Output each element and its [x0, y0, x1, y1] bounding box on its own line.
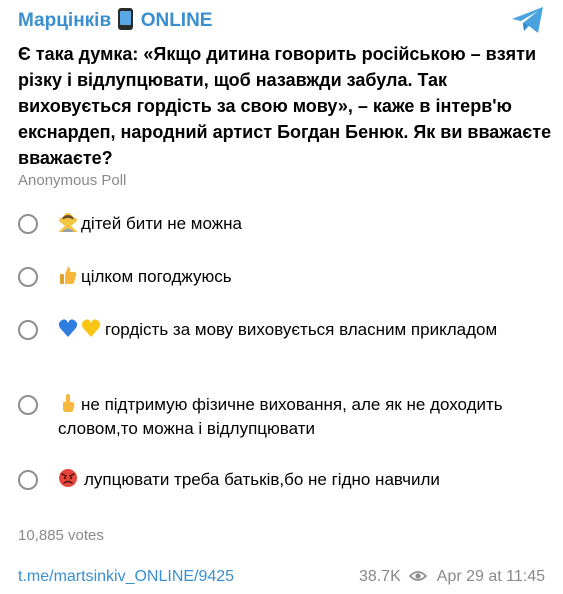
telegram-icon[interactable]	[511, 6, 545, 34]
blue-yellow-hearts-icon	[58, 319, 101, 337]
poll-option-label: не підтримую фізичне виховання, але як н…	[58, 394, 503, 438]
channel-name: Марцінків	[18, 10, 112, 31]
poll-option-1[interactable]: дітей бити не можна	[18, 212, 548, 236]
channel-suffix: ONLINE	[140, 10, 213, 31]
poll-option-3[interactable]: гордість за мову виховується власним при…	[18, 318, 548, 366]
poll-option-2[interactable]: цілком погоджуюсь	[18, 265, 548, 289]
poll-question: Є така думка: «Якщо дитина говорить росі…	[18, 44, 552, 168]
index-pointing-up-icon	[63, 394, 75, 412]
post-meta: 38.7K Apr 29 at 11:45	[359, 568, 545, 586]
view-count: 38.7K	[358, 568, 401, 585]
poll-option-label: гордість за мову виховується власним при…	[58, 318, 548, 342]
person-gesturing-no-icon	[59, 213, 77, 232]
post-card: Марцінків ONLINE Є така думка: «Якщо дит…	[0, 0, 563, 594]
thumbs-up-icon	[60, 267, 77, 284]
angry-face-icon	[59, 469, 77, 487]
poll-option-4[interactable]: не підтримую фізичне виховання, але як н…	[18, 393, 548, 441]
poll-option-label: дітей бити не можна	[58, 212, 548, 236]
poll-option-5[interactable]: лупцювати треба батьків,бо не гідно навч…	[18, 468, 548, 492]
channel-title[interactable]: Марцінків ONLINE	[18, 8, 212, 32]
poll-option-label: лупцювати треба батьків,бо не гідно навч…	[58, 468, 548, 492]
vote-count: 10,885 votes	[18, 527, 104, 544]
post-link[interactable]: t.me/martsinkiv_ONLINE/9425	[18, 568, 234, 586]
radio-button[interactable]	[18, 470, 38, 490]
poll-type-label: Anonymous Poll	[18, 172, 127, 189]
eye-icon	[409, 571, 428, 581]
poll-option-label: цілком погоджуюсь	[58, 265, 548, 289]
radio-button[interactable]	[18, 395, 38, 415]
radio-button[interactable]	[18, 267, 38, 287]
radio-button[interactable]	[18, 214, 38, 234]
post-date: Apr 29 at 11:45	[436, 568, 545, 585]
mobile-phone-icon	[118, 8, 134, 30]
radio-button[interactable]	[18, 320, 38, 340]
